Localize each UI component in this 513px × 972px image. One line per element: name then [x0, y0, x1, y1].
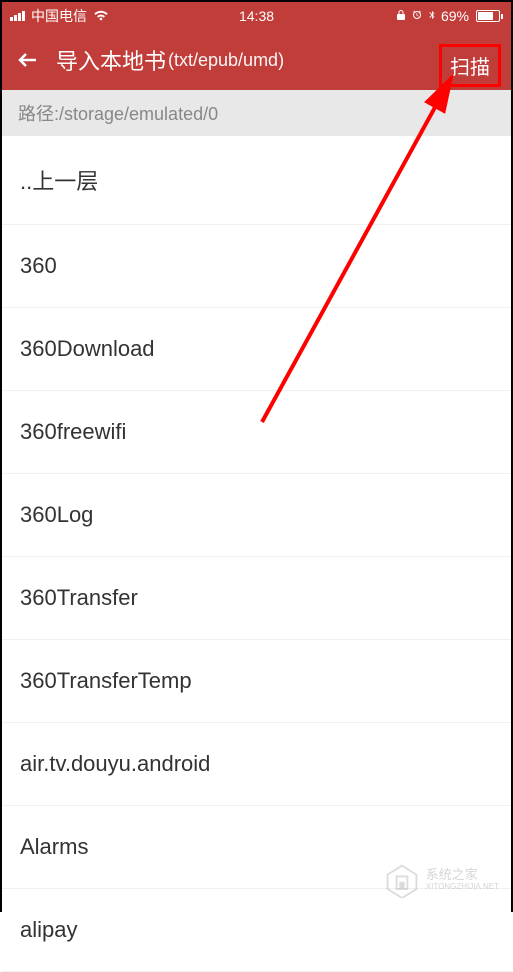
header-subtitle: (txt/epub/umd): [168, 50, 284, 71]
watermark-line2: XITONGZHIJIA.NET: [426, 883, 499, 892]
bluetooth-icon: [427, 8, 437, 24]
status-bar: 中国电信 14:38 69%: [2, 2, 511, 30]
file-list: ..上一层 360 360Download 360freewifi 360Log…: [2, 136, 511, 972]
list-item[interactable]: alipay: [2, 889, 511, 972]
wifi-icon: [93, 7, 109, 26]
status-left: 中国电信: [10, 6, 109, 26]
list-item-parent[interactable]: ..上一层: [2, 136, 511, 225]
scan-button[interactable]: 扫描: [439, 44, 501, 87]
watermark: 系统之家 XITONGZHIJIA.NET: [384, 862, 499, 898]
battery-percent: 69%: [441, 8, 469, 24]
list-item[interactable]: 360: [2, 225, 511, 308]
battery-icon: [473, 10, 503, 22]
path-bar: 路径:/storage/emulated/0: [2, 90, 511, 136]
list-item[interactable]: 360TransferTemp: [2, 640, 511, 723]
list-item[interactable]: 360Transfer: [2, 557, 511, 640]
status-right: 69%: [395, 8, 503, 24]
list-item[interactable]: 360freewifi: [2, 391, 511, 474]
app-header: 导入本地书 (txt/epub/umd) 扫描: [2, 30, 511, 90]
status-time: 14:38: [239, 8, 274, 24]
signal-icon: [10, 11, 25, 21]
alarm-icon: [411, 8, 423, 24]
header-title: 导入本地书: [56, 44, 166, 76]
lock-icon: [395, 8, 407, 24]
list-item[interactable]: 360Download: [2, 308, 511, 391]
carrier-label: 中国电信: [31, 6, 87, 26]
back-button[interactable]: [14, 46, 42, 74]
list-item[interactable]: air.tv.douyu.android: [2, 723, 511, 806]
watermark-line1: 系统之家: [426, 868, 499, 882]
list-item[interactable]: 360Log: [2, 474, 511, 557]
watermark-logo-icon: [384, 862, 420, 898]
